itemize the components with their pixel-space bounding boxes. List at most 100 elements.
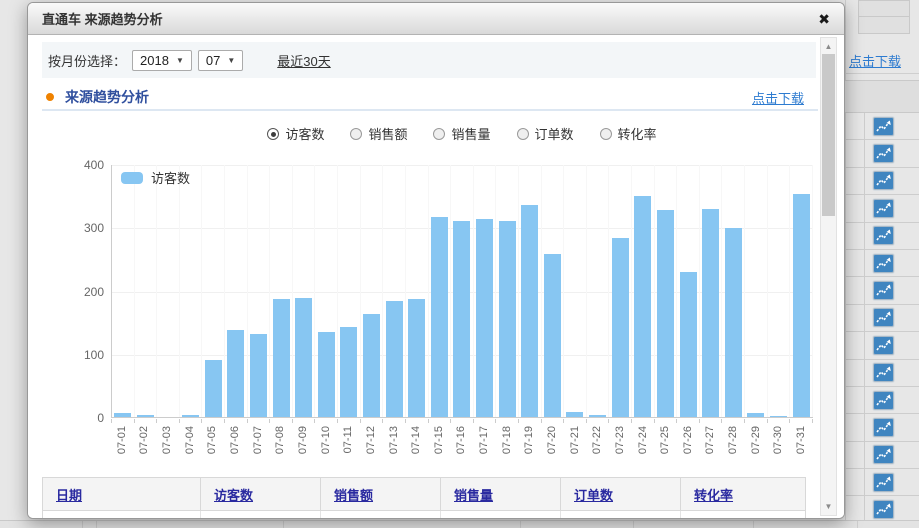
- close-icon[interactable]: ✖: [818, 12, 830, 26]
- trend-chart-icon[interactable]: [873, 199, 894, 218]
- table-header-link[interactable]: 日期: [56, 485, 82, 504]
- bar-07-18[interactable]: [499, 221, 516, 417]
- bg-download-link[interactable]: 点击下载: [849, 51, 901, 70]
- bar-07-13[interactable]: [386, 301, 403, 417]
- bar-07-04[interactable]: [182, 415, 199, 417]
- bar-07-06[interactable]: [227, 330, 244, 417]
- bar-07-23[interactable]: [612, 238, 629, 417]
- x-axis-label: 07-03: [162, 426, 173, 454]
- bar-07-25[interactable]: [657, 210, 674, 417]
- x-label-cell: 07-24: [632, 426, 655, 470]
- trend-chart-icon[interactable]: [873, 117, 894, 136]
- year-select-value: 2018: [140, 53, 169, 68]
- metric-radio-1[interactable]: 访客数: [267, 124, 324, 143]
- bar-07-24[interactable]: [634, 196, 651, 417]
- bar-07-05[interactable]: [205, 360, 222, 417]
- x-tick: [677, 419, 700, 423]
- metric-radio-4[interactable]: 订单数: [517, 124, 574, 143]
- trend-chart-icon[interactable]: [873, 254, 894, 273]
- bar-07-21[interactable]: [566, 412, 583, 417]
- bg-cell-spacer: [845, 332, 865, 358]
- dialog-scrollbar[interactable]: ▲ ▼: [820, 37, 837, 516]
- month-select[interactable]: 07 ▼: [198, 50, 243, 71]
- trend-chart-icon[interactable]: [873, 363, 894, 382]
- trend-chart-icon[interactable]: [873, 171, 894, 190]
- bar-07-11[interactable]: [340, 327, 357, 417]
- trend-chart-icon[interactable]: [873, 473, 894, 492]
- bar-07-01[interactable]: [114, 413, 131, 417]
- radio-icon[interactable]: [267, 128, 279, 140]
- bar-07-29[interactable]: [747, 413, 764, 417]
- page-background: 点击下载 直通车 来源趋势分析 ✖ 按月份选择： 2018 ▼ 07: [0, 0, 919, 528]
- scroll-up-icon[interactable]: ▲: [821, 42, 836, 51]
- bar-07-28[interactable]: [725, 228, 742, 417]
- scroll-down-icon[interactable]: ▼: [821, 502, 836, 511]
- x-label-cell: 07-02: [134, 426, 157, 470]
- year-select[interactable]: 2018 ▼: [132, 50, 192, 71]
- table-header-cell: 订单数: [561, 478, 681, 510]
- table-header-link[interactable]: 访客数: [214, 485, 253, 504]
- section-header: 来源趋势分析 点击下载: [42, 87, 804, 107]
- metric-radio-2[interactable]: 销售额: [350, 124, 407, 143]
- bar-07-02[interactable]: [137, 415, 154, 417]
- x-axis-label: 07-14: [411, 426, 422, 454]
- bg-cell-spacer: [845, 140, 865, 166]
- trend-chart-icon[interactable]: [873, 445, 894, 464]
- x-axis-label: 07-07: [253, 426, 264, 454]
- bar-07-16[interactable]: [453, 221, 470, 417]
- trend-chart-icon[interactable]: [873, 391, 894, 410]
- bar-slot: [361, 165, 384, 417]
- table-header-link[interactable]: 订单数: [574, 485, 613, 504]
- bar-07-31[interactable]: [793, 194, 810, 417]
- bar-07-30[interactable]: [770, 416, 787, 417]
- trend-chart-icon[interactable]: [873, 226, 894, 245]
- bar-07-26[interactable]: [680, 272, 697, 417]
- x-tick: [157, 419, 180, 423]
- dialog-titlebar[interactable]: 直通车 来源趋势分析 ✖: [28, 3, 844, 35]
- metric-radio-5[interactable]: 转化率: [600, 124, 657, 143]
- table-header-link[interactable]: 销售量: [454, 485, 493, 504]
- bg-table-row: [845, 387, 919, 414]
- trend-chart-icon[interactable]: [873, 281, 894, 300]
- x-tick: [338, 419, 361, 423]
- trend-chart-icon[interactable]: [873, 336, 894, 355]
- x-tick: [180, 419, 203, 423]
- x-axis-label: 07-30: [773, 426, 784, 454]
- radio-icon[interactable]: [517, 128, 529, 140]
- bar-07-15[interactable]: [431, 217, 448, 418]
- bar-07-09[interactable]: [295, 298, 312, 418]
- download-link[interactable]: 点击下载: [752, 88, 804, 107]
- bar-07-08[interactable]: [273, 299, 290, 417]
- x-tick: [361, 419, 384, 423]
- recent-30-days-link[interactable]: 最近30天: [277, 51, 330, 70]
- x-axis-label: 07-10: [321, 426, 332, 454]
- bar-07-07[interactable]: [250, 334, 267, 418]
- radio-icon[interactable]: [433, 128, 445, 140]
- bar-07-20[interactable]: [544, 254, 561, 417]
- table-header-cell: 访客数: [201, 478, 321, 510]
- bar-07-27[interactable]: [702, 209, 719, 417]
- metric-radio-label: 访客数: [285, 124, 324, 143]
- x-tick: [700, 419, 723, 423]
- bar-07-22[interactable]: [589, 415, 606, 417]
- chart-legend[interactable]: 访客数: [121, 168, 190, 187]
- bar-slot: [700, 165, 723, 417]
- trend-chart-icon[interactable]: [873, 500, 894, 519]
- bar-07-19[interactable]: [521, 205, 538, 417]
- x-axis-label: 07-18: [502, 426, 513, 454]
- trend-chart-icon[interactable]: [873, 144, 894, 163]
- trend-chart-icon[interactable]: [873, 418, 894, 437]
- radio-icon[interactable]: [600, 128, 612, 140]
- table-header-link[interactable]: 销售额: [334, 485, 373, 504]
- metric-radio-3[interactable]: 销售量: [433, 124, 490, 143]
- bar-07-17[interactable]: [476, 219, 493, 417]
- scrollbar-thumb[interactable]: [822, 54, 835, 216]
- metric-radio-label: 订单数: [535, 124, 574, 143]
- radio-icon[interactable]: [350, 128, 362, 140]
- bar-07-14[interactable]: [408, 299, 425, 417]
- table-header-link[interactable]: 转化率: [694, 485, 733, 504]
- bar-07-12[interactable]: [363, 314, 380, 417]
- trend-chart-icon[interactable]: [873, 308, 894, 327]
- bar-07-10[interactable]: [318, 332, 335, 417]
- bg-divider: [845, 73, 919, 74]
